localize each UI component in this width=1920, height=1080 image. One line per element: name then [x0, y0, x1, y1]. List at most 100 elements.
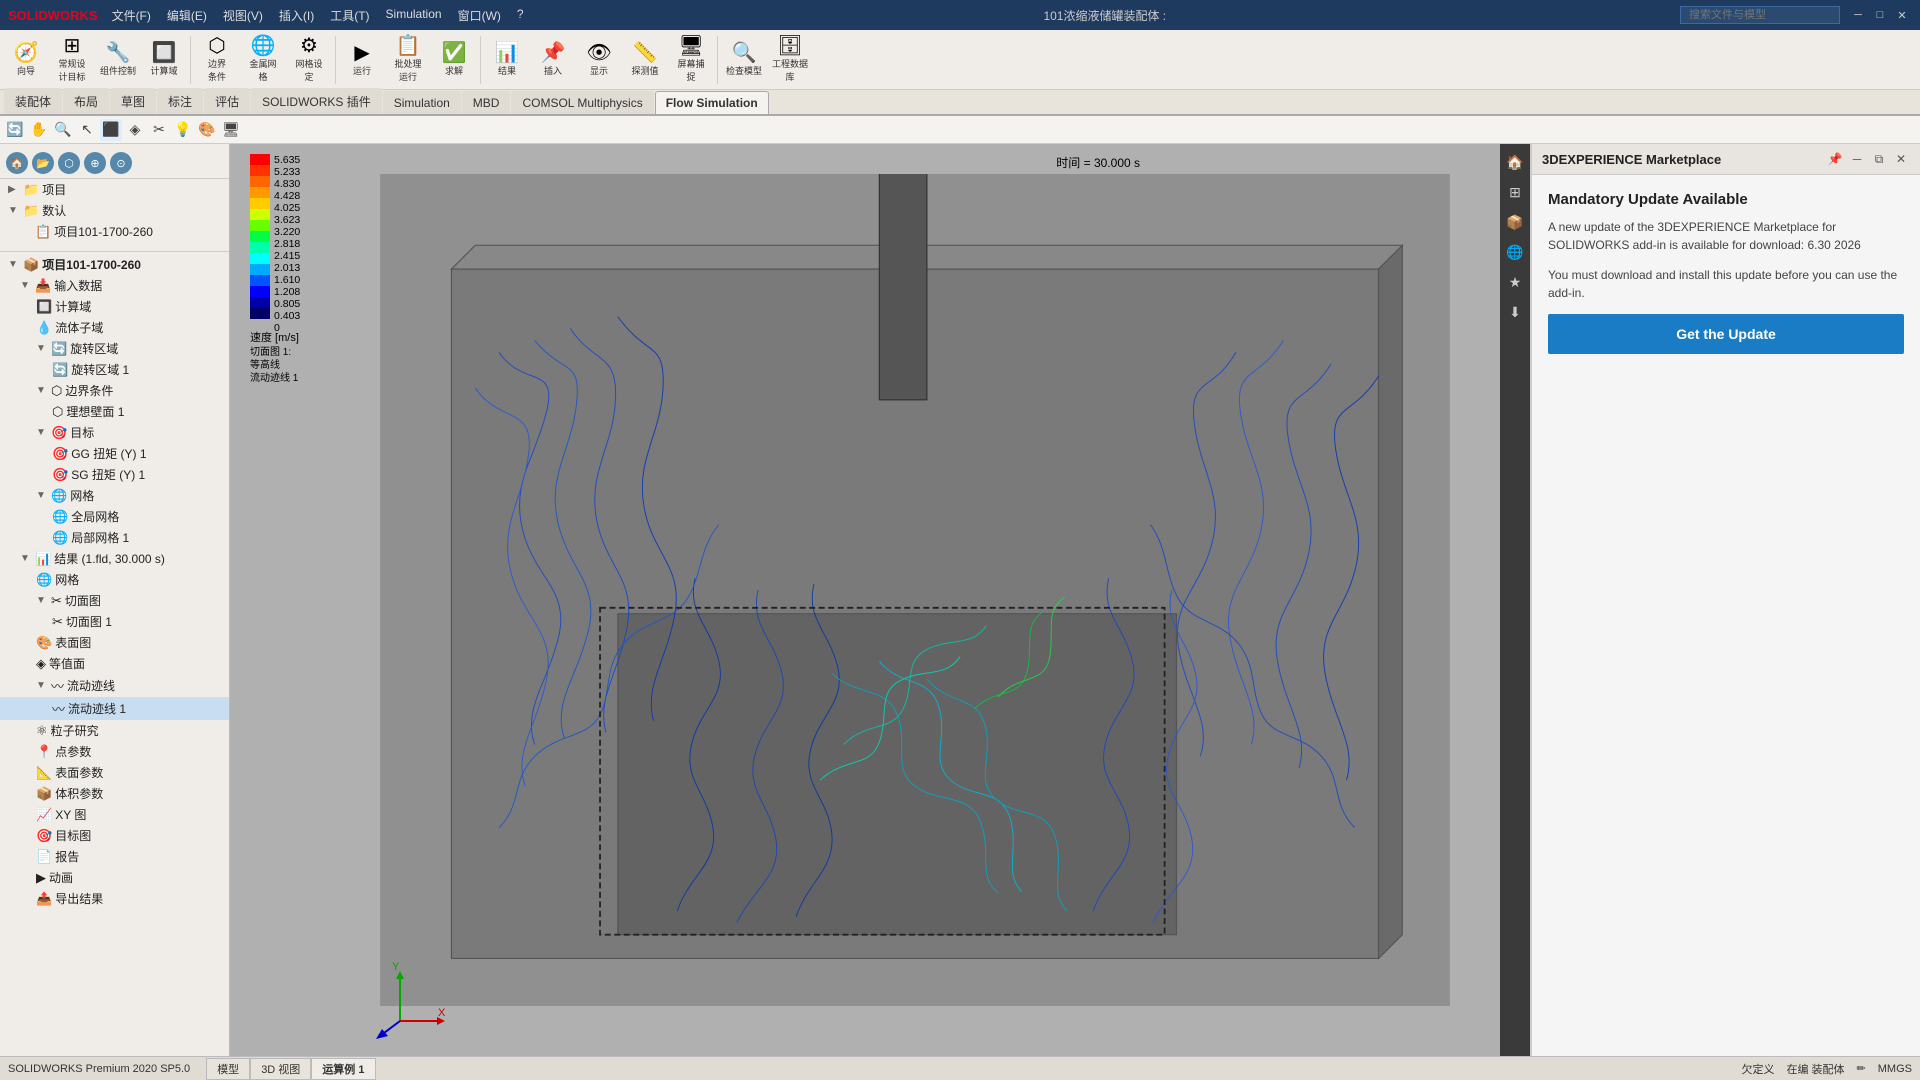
tree-item-goals[interactable]: ▼ 🎯 目标	[0, 422, 229, 443]
tb2-lights[interactable]: 💡	[172, 119, 194, 141]
tree-item-global-mesh[interactable]: 🌐 全局网格	[0, 506, 229, 527]
toolbar-boundary[interactable]: ⬡ 边界条件	[195, 34, 239, 85]
menu-view[interactable]: 视图(V)	[217, 5, 269, 26]
tree-item-report[interactable]: 📄 报告	[0, 846, 229, 867]
toolbar-design-goal[interactable]: ⊞ 常规设计目标	[50, 34, 94, 85]
sidebar-icon-config[interactable]: ⬡	[58, 152, 80, 174]
tb2-zoom[interactable]: 🔍	[52, 119, 74, 141]
tab-sw-addins[interactable]: SOLIDWORKS 插件	[251, 88, 382, 114]
rp-icon-star[interactable]: ★	[1503, 270, 1527, 294]
tree-item-rotation-domain[interactable]: ▼ 🔄 旋转区域	[0, 338, 229, 359]
status-tab-model[interactable]: 模型	[206, 1058, 250, 1080]
tree-item-local-mesh[interactable]: 🌐 局部网格 1	[0, 527, 229, 548]
menu-window[interactable]: 窗口(W)	[452, 5, 507, 26]
menu-simulation[interactable]: Simulation	[380, 5, 448, 26]
rp-icon-box[interactable]: 📦	[1503, 210, 1527, 234]
tb2-appearance[interactable]: 🎨	[196, 119, 218, 141]
tb2-box-select[interactable]: ⬛	[100, 119, 122, 141]
tb2-scene[interactable]: 🖥	[220, 119, 242, 141]
tree-item-results[interactable]: ▼ 📊 结果 (1.fld, 30.000 s)	[0, 548, 229, 569]
tree-item-compute-domain[interactable]: 🔲 计算域	[0, 296, 229, 317]
close-button[interactable]: ✕	[1892, 6, 1912, 24]
sidebar-icon-folder[interactable]: 📂	[32, 152, 54, 174]
toolbar-screen-capture[interactable]: 🖥 屏幕捕捉	[669, 34, 713, 85]
menu-tools[interactable]: 工具(T)	[324, 5, 375, 26]
marketplace-expand-button[interactable]: ⧉	[1870, 150, 1888, 168]
tree-item-section-1[interactable]: ✂ 切面图 1	[0, 611, 229, 632]
tab-comsol[interactable]: COMSOL Multiphysics	[511, 91, 653, 114]
toolbar-insert[interactable]: 📌 插入	[531, 41, 575, 79]
tb2-select[interactable]: ↖	[76, 119, 98, 141]
toolbar-display[interactable]: 👁 显示	[577, 41, 621, 79]
toolbar-run[interactable]: ▶ 运行	[340, 41, 384, 79]
tree-item-project-root[interactable]: ▶ 📁 项目	[0, 179, 229, 200]
tree-item-particle[interactable]: ⚛ 粒子研究	[0, 720, 229, 741]
tree-item-surface-param[interactable]: 📐 表面参数	[0, 762, 229, 783]
tree-item-export[interactable]: 📤 导出结果	[0, 888, 229, 909]
tree-item-section-view[interactable]: ▼ ✂ 切面图	[0, 590, 229, 611]
tb2-rotate[interactable]: 🔄	[4, 119, 26, 141]
toolbar-results[interactable]: 📊 结果	[485, 41, 529, 79]
tree-item-flow-trajectory[interactable]: ▼ 〰 流动迹线	[0, 674, 229, 697]
rp-icon-home[interactable]: 🏠	[1503, 150, 1527, 174]
menu-help[interactable]: ?	[511, 5, 530, 26]
search-input[interactable]	[1680, 6, 1840, 24]
sidebar-icon-circle[interactable]: ⊙	[110, 152, 132, 174]
toolbar-compute-domain[interactable]: 🔲 计算域	[142, 41, 186, 79]
minimize-button[interactable]: ─	[1848, 6, 1868, 24]
toolbar-component-control[interactable]: 🔧 组件控制	[96, 41, 140, 79]
tree-item-xy-plot[interactable]: 📈 XY 图	[0, 804, 229, 825]
tb2-pan[interactable]: ✋	[28, 119, 50, 141]
toolbar-solve[interactable]: ✅ 求解	[432, 41, 476, 79]
toolbar-engineering-db[interactable]: 🗄 工程数据库	[768, 34, 812, 85]
tab-layout[interactable]: 布局	[63, 88, 109, 114]
toolbar-check-model[interactable]: 🔍 检查模型	[722, 41, 766, 79]
tb2-section[interactable]: ✂	[148, 119, 170, 141]
tree-item-project-101-main[interactable]: ▼ 📦 项目101-1700-260	[0, 254, 229, 275]
tree-item-ideal-wall[interactable]: ⬡ 理想壁面 1	[0, 401, 229, 422]
tb2-3d[interactable]: ◈	[124, 119, 146, 141]
status-tab-run[interactable]: 运算例 1	[311, 1058, 375, 1080]
tree-item-mesh[interactable]: ▼ 🌐 网格	[0, 485, 229, 506]
tab-evaluate[interactable]: 评估	[204, 88, 250, 114]
toolbar-mesh-metal[interactable]: 🌐 金属网格	[241, 34, 285, 85]
tree-item-results-mesh[interactable]: 🌐 网格	[0, 569, 229, 590]
marketplace-close-button[interactable]: ✕	[1892, 150, 1910, 168]
tab-flow-simulation[interactable]: Flow Simulation	[655, 91, 769, 114]
sidebar-icon-plus[interactable]: ⊕	[84, 152, 106, 174]
toolbar-probe[interactable]: 📏 探测值	[623, 41, 667, 79]
sidebar-icon-home[interactable]: 🏠	[6, 152, 28, 174]
get-update-button[interactable]: Get the Update	[1548, 314, 1904, 354]
rp-icon-download[interactable]: ⬇	[1503, 300, 1527, 324]
tree-item-surface-plot[interactable]: 🎨 表面图	[0, 632, 229, 653]
tree-item-volume-param[interactable]: 📦 体积参数	[0, 783, 229, 804]
tree-item-isosurface[interactable]: ◈ 等值面	[0, 653, 229, 674]
toolbar-batch[interactable]: 📋 批处理运行	[386, 34, 430, 85]
tree-item-default[interactable]: ▼ 📁 数认	[0, 200, 229, 221]
tree-item-input-data[interactable]: ▼ 📥 输入数据	[0, 275, 229, 296]
rp-icon-grid[interactable]: ⊞	[1503, 180, 1527, 204]
marketplace-minimize-button[interactable]: ─	[1848, 150, 1866, 168]
menu-insert[interactable]: 插入(I)	[273, 5, 320, 26]
tree-item-animation[interactable]: ▶ 动画	[0, 867, 229, 888]
toolbar-mesh-setting[interactable]: ⚙ 网格设定	[287, 34, 331, 85]
sidebar-resize-handle[interactable]	[223, 144, 229, 1056]
tab-sketch[interactable]: 草图	[110, 88, 156, 114]
tree-item-project-101-top[interactable]: 📋 项目101-1700-260	[0, 221, 229, 242]
tree-item-point-param[interactable]: 📍 点参数	[0, 741, 229, 762]
tree-item-rotation-1[interactable]: 🔄 旋转区域 1	[0, 359, 229, 380]
menu-edit[interactable]: 编辑(E)	[161, 5, 213, 26]
tree-item-sg-torque[interactable]: 🎯 SG 扭矩 (Y) 1	[0, 464, 229, 485]
menu-file[interactable]: 文件(F)	[106, 5, 157, 26]
tab-assembly[interactable]: 装配体	[4, 88, 62, 114]
maximize-button[interactable]: □	[1870, 6, 1890, 24]
marketplace-pin-button[interactable]: 📌	[1826, 150, 1844, 168]
tree-item-gg-torque[interactable]: 🎯 GG 扭矩 (Y) 1	[0, 443, 229, 464]
toolbar-wizard[interactable]: 🧭 向导	[4, 41, 48, 79]
rp-icon-globe[interactable]: 🌐	[1503, 240, 1527, 264]
tab-mbd[interactable]: MBD	[462, 91, 511, 114]
3d-viewport[interactable]: 5.635 5.233 4.830 4.428 4.025 3.623 3.22…	[230, 144, 1500, 1056]
status-tab-3dview[interactable]: 3D 视图	[250, 1058, 311, 1080]
tree-item-flow-traj-1[interactable]: 〰 流动迹线 1	[0, 697, 229, 720]
tree-item-boundary[interactable]: ▼ ⬡ 边界条件	[0, 380, 229, 401]
